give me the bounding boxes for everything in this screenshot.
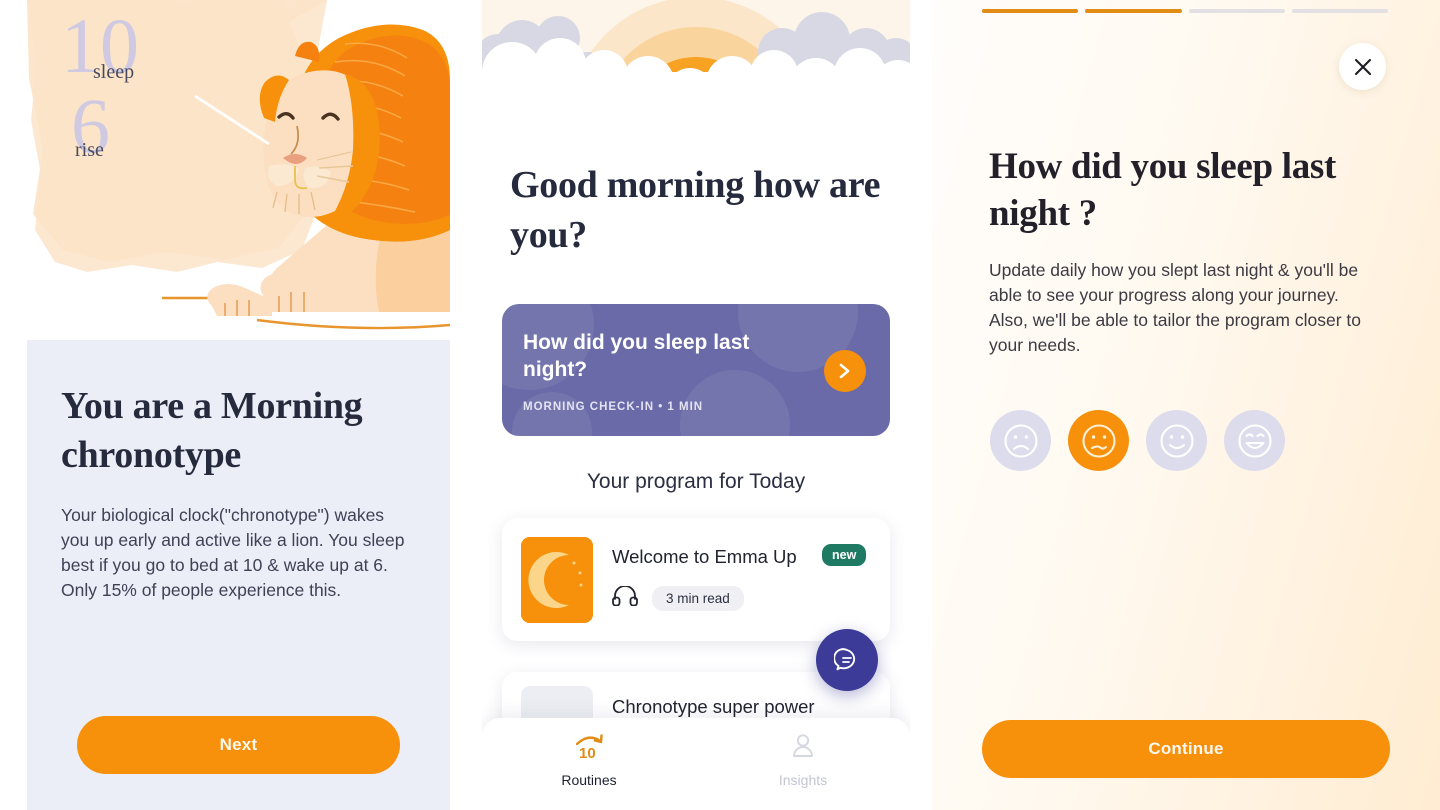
chevron-right-icon[interactable] [824,350,866,392]
sunrise-clouds-illustration [482,0,910,125]
decor-blob [512,392,592,436]
face-smile[interactable] [1146,410,1207,471]
rise-label: rise [75,139,104,161]
checkin-meta: MORNING CHECK-IN • 1 MIN [523,401,704,413]
greeting-title: Good morning how are you? [510,164,881,257]
nav-label: Routines [561,772,617,788]
duration-pill: 3 min read [652,586,744,611]
panel-chronotype-result: 10 sleep 6 rise You are a Morning chrono… [27,0,450,810]
routines-10-arrow-icon: 10 [571,731,607,766]
card-title: Chronotype super power [612,696,815,717]
progress-segment [1291,9,1388,13]
card-meta: 3 min read [612,585,744,611]
bottom-navigation: 10 Routines Insights [482,718,910,810]
svg-text:10: 10 [579,745,596,761]
nav-label: Insights [778,772,828,788]
card-title: Welcome to Emma Up [612,546,797,567]
sleep-rating-scale [990,410,1390,471]
list-item[interactable]: Welcome to Emma Up new 3 min read [502,518,890,641]
sleep-label: sleep [93,61,134,83]
section-title: Your program for Today [586,470,806,493]
progress-segment [1085,9,1182,13]
checkin-title: How did you sleep last night? [523,331,750,381]
page-title: How did you sleep last night ? [989,146,1337,235]
page-title: You are a Morning chronotype [61,385,363,477]
panel-sleep-rating: How did you sleep last night ? Update da… [932,0,1440,810]
nav-item-insights[interactable]: Insights [696,718,910,810]
status-badge: new [822,544,867,566]
lion-chronotype-illustration: 10 sleep 6 rise [27,0,450,340]
continue-button[interactable]: Continue [982,720,1390,778]
face-grin[interactable] [1224,410,1285,471]
morning-checkin-card[interactable]: How did you sleep last night? MORNING CH… [502,304,890,436]
next-button[interactable]: Next [77,716,400,774]
nav-item-routines[interactable]: 10 Routines [482,718,696,810]
headphones-icon [612,585,638,611]
face-sad[interactable] [990,410,1051,471]
close-icon[interactable] [1339,43,1386,90]
page-body: Your biological clock("chronotype") wake… [61,504,405,600]
screenshot-root: 10 sleep 6 rise You are a Morning chrono… [0,0,1440,810]
page-body: Update daily how you slept last night & … [989,260,1361,355]
progress-segment [1188,9,1285,13]
chat-bubble-icon[interactable] [816,629,878,691]
person-icon [788,731,818,766]
progress-segment [982,9,1079,13]
face-confused[interactable] [1068,410,1129,471]
progress-steps [982,9,1388,13]
panel-home-routines: Good morning how are you? How did you sl… [482,0,910,810]
moon-clock-icon [521,537,593,623]
